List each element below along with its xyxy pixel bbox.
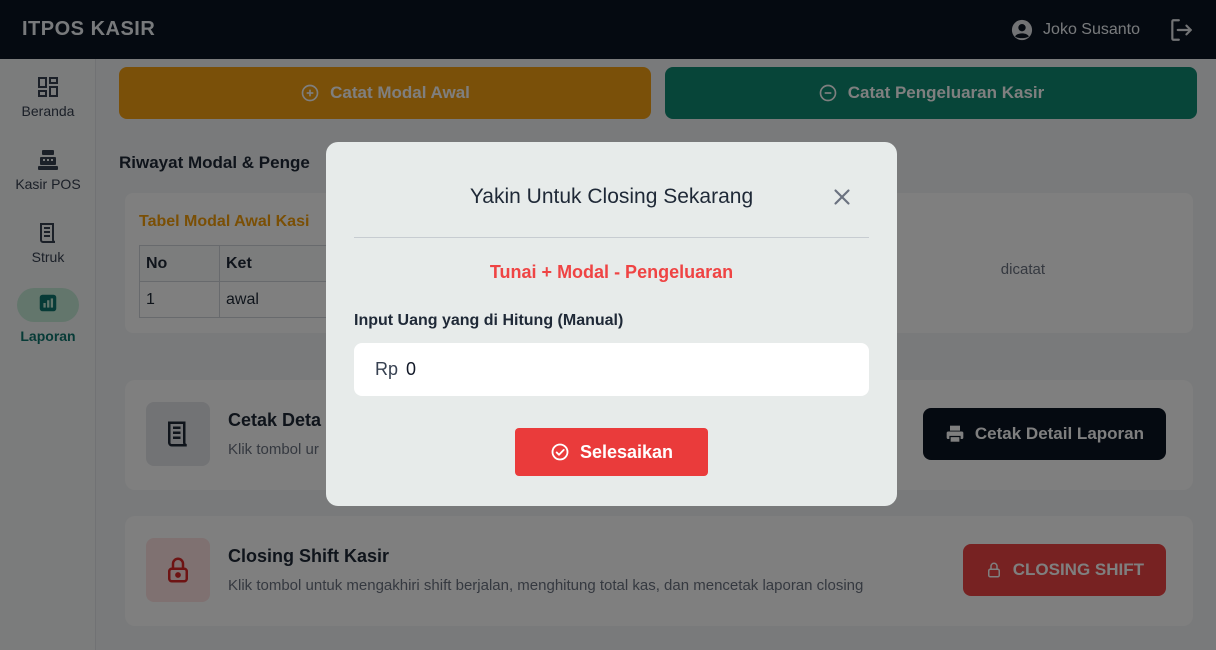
finish-label: Selesaikan — [579, 441, 674, 462]
dialog-title-wrap: Yakin Untuk Closing Sekarang — [326, 185, 842, 209]
counted-cash-value: 0 — [406, 359, 417, 379]
closing-confirm-dialog: Yakin Untuk Closing Sekarang Tunai + Mod… — [326, 142, 897, 506]
counted-cash-input[interactable]: Rp 0 — [354, 343, 869, 396]
check-circle-icon — [551, 443, 569, 461]
counted-cash-label: Input Uang yang di Hitung (Manual) — [354, 312, 624, 329]
dialog-divider — [354, 237, 869, 238]
dialog-title: Yakin Untuk Closing Sekarang — [469, 185, 754, 208]
finish-button[interactable]: Selesaikan — [515, 428, 708, 476]
close-icon[interactable] — [829, 184, 855, 210]
currency-prefix: Rp — [375, 359, 399, 379]
closing-formula: Tunai + Modal - Pengeluaran — [489, 262, 734, 282]
